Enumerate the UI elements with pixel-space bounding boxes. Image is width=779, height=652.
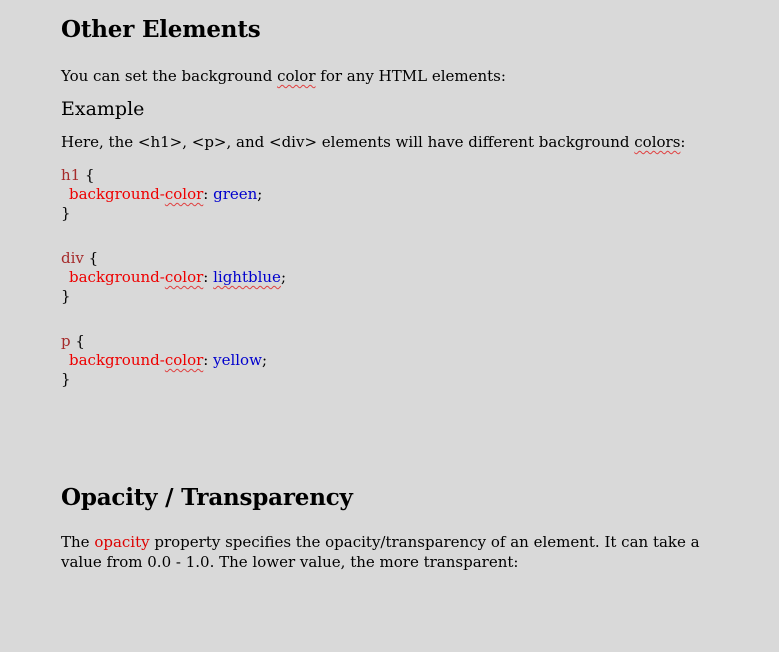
css-selector: h1 [61, 166, 81, 184]
css-rule-h1: h1 { background-color: green; } [61, 166, 741, 223]
code-line-declaration: background-color: yellow; [69, 351, 267, 369]
opacity-description: The opacity property specifies the opaci… [61, 532, 741, 572]
section-opacity: Opacity / Transparency The opacity prope… [61, 480, 741, 572]
css-code-example: h1 { background-color: green; } div { ba… [61, 166, 741, 389]
document-page: Other Elements You can set the backgroun… [0, 0, 779, 652]
css-property-misspelled-word[interactable]: color [165, 351, 203, 369]
css-value: yellow [213, 351, 262, 369]
example-heading: Example [61, 98, 145, 120]
code-line-selector: p { [61, 332, 85, 350]
css-selector: div [61, 249, 84, 267]
example-description: Here, the <h1>, <p>, and <div> elements … [61, 132, 741, 152]
example-desc-after: : [680, 133, 686, 151]
css-property: background-color [69, 351, 204, 369]
section-other-elements: Other Elements You can set the backgroun… [61, 12, 741, 415]
section-heading-other-elements: Other Elements [61, 16, 261, 43]
intro-misspelled-word[interactable]: color [277, 67, 315, 85]
code-line-selector: div { [61, 249, 99, 267]
css-property: background-color [69, 268, 204, 286]
css-value-misspelled[interactable]: lightblue [213, 268, 281, 286]
css-property-misspelled-word[interactable]: color [165, 268, 203, 286]
css-property-misspelled-word[interactable]: color [165, 185, 203, 203]
code-line-close: } [61, 370, 71, 388]
opacity-desc-after: property specifies the opacity/transpare… [61, 533, 700, 571]
css-value: green [213, 185, 258, 203]
opacity-desc-before: The [61, 533, 95, 551]
css-rule-div: div { background-color: lightblue; } [61, 249, 741, 306]
code-line-close: } [61, 204, 71, 222]
opacity-keyword: opacity [94, 533, 150, 551]
intro-paragraph: You can set the background color for any… [61, 66, 741, 86]
code-line-close: } [61, 287, 71, 305]
code-line-declaration: background-color: green; [69, 185, 263, 203]
css-selector: p [61, 332, 71, 350]
code-line-selector: h1 { [61, 166, 95, 184]
section-heading-opacity: Opacity / Transparency [61, 484, 353, 511]
example-desc-before: Here, the <h1>, <p>, and <div> elements … [61, 133, 635, 151]
code-line-declaration: background-color: lightblue; [69, 268, 286, 286]
example-desc-misspelled-word[interactable]: colors [634, 133, 680, 151]
css-property: background-color [69, 185, 204, 203]
intro-text-before: You can set the background [61, 67, 278, 85]
css-rule-p: p { background-color: yellow; } [61, 332, 741, 389]
intro-text-after: for any HTML elements: [315, 67, 506, 85]
